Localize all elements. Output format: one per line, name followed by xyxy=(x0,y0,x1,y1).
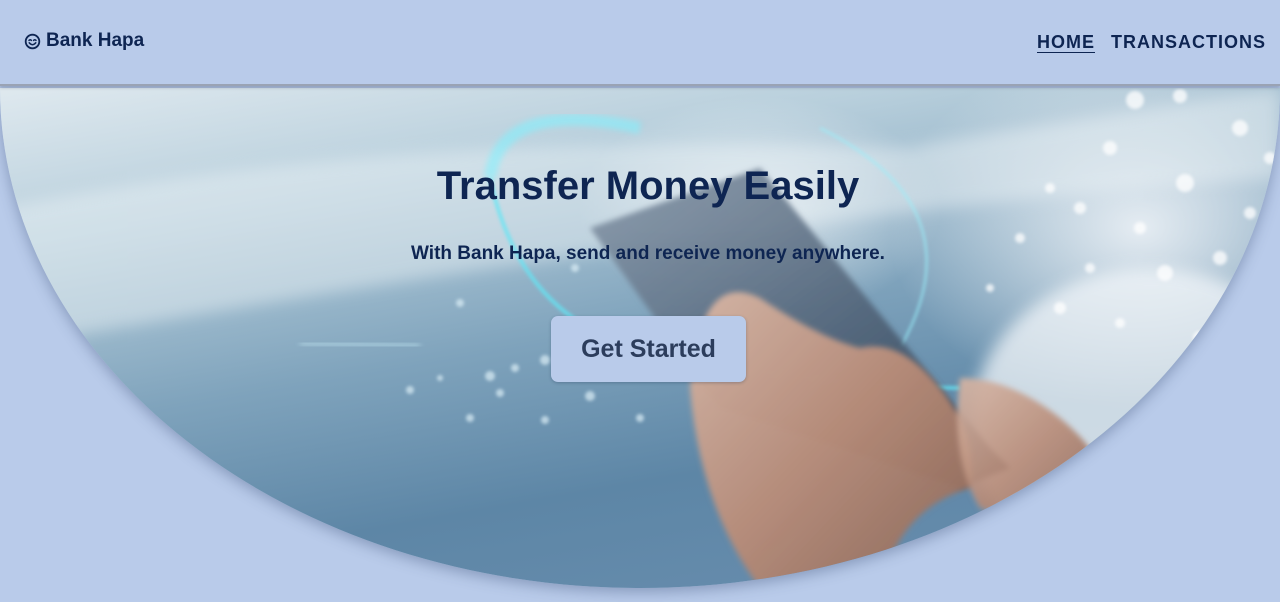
hero-subtitle: With Bank Hapa, send and receive money a… xyxy=(411,243,885,264)
hero-title: Transfer Money Easily xyxy=(436,164,860,208)
brand-name: Bank Hapa xyxy=(46,30,145,51)
smile-circle-icon xyxy=(24,33,41,50)
hero-section: Transfer Money Easily With Bank Hapa, se… xyxy=(0,88,1280,588)
get-started-button[interactable]: Get Started xyxy=(551,316,746,382)
main-nav: HOME TRANSACTIONS xyxy=(1037,32,1266,53)
nav-link-transactions[interactable]: TRANSACTIONS xyxy=(1111,32,1266,53)
nav-link-home[interactable]: HOME xyxy=(1037,32,1095,53)
navbar: Bank Hapa HOME TRANSACTIONS xyxy=(0,0,1280,86)
brand-logo-link[interactable]: Bank Hapa xyxy=(24,30,144,52)
